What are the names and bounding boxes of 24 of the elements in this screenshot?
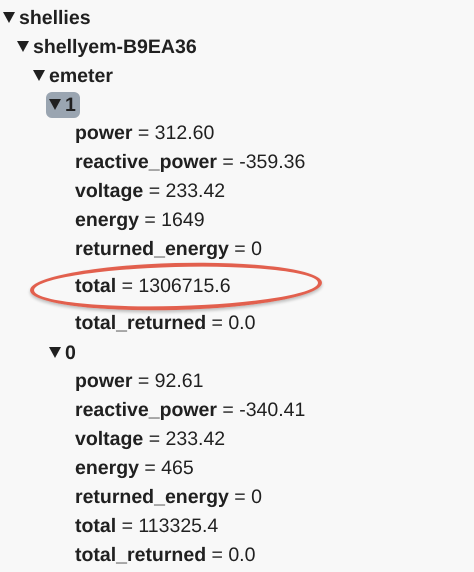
tree-node[interactable]: 1: [46, 92, 80, 118]
expanded-triangle-icon[interactable]: [32, 69, 46, 82]
tree-value: power = 92.61: [75, 368, 204, 394]
tree-value: reactive_power = -359.36: [75, 150, 306, 175]
expanded-triangle-icon[interactable]: [16, 40, 30, 53]
tree-value: total_returned = 0.0: [75, 542, 256, 568]
tree-value: returned_energy = 0: [75, 236, 262, 262]
tree-node[interactable]: shellies: [0, 4, 95, 30]
tree-value: reactive_power = -340.41: [75, 398, 306, 423]
expanded-triangle-icon[interactable]: [48, 346, 62, 359]
tree-value: total_returned = 0.0: [75, 310, 256, 336]
tree-value: energy = 465: [75, 456, 194, 481]
tree-value: voltage = 233.42: [75, 178, 226, 204]
expanded-triangle-icon[interactable]: [48, 98, 62, 111]
expanded-triangle-icon[interactable]: [2, 11, 16, 24]
tree-value: energy = 1649: [75, 208, 205, 233]
tree-value: power = 312.60: [75, 120, 214, 146]
tree-value: voltage = 233.42: [75, 426, 226, 452]
tree-value: total = 1306715.6: [75, 274, 231, 299]
tree-value: returned_energy = 0: [75, 484, 262, 510]
tree-node[interactable]: shellyem-B9EA36: [14, 34, 201, 60]
tree-node[interactable]: 0: [46, 340, 80, 366]
tree-node[interactable]: emeter: [30, 62, 117, 88]
tree-value: total = 113325.4: [75, 514, 218, 539]
